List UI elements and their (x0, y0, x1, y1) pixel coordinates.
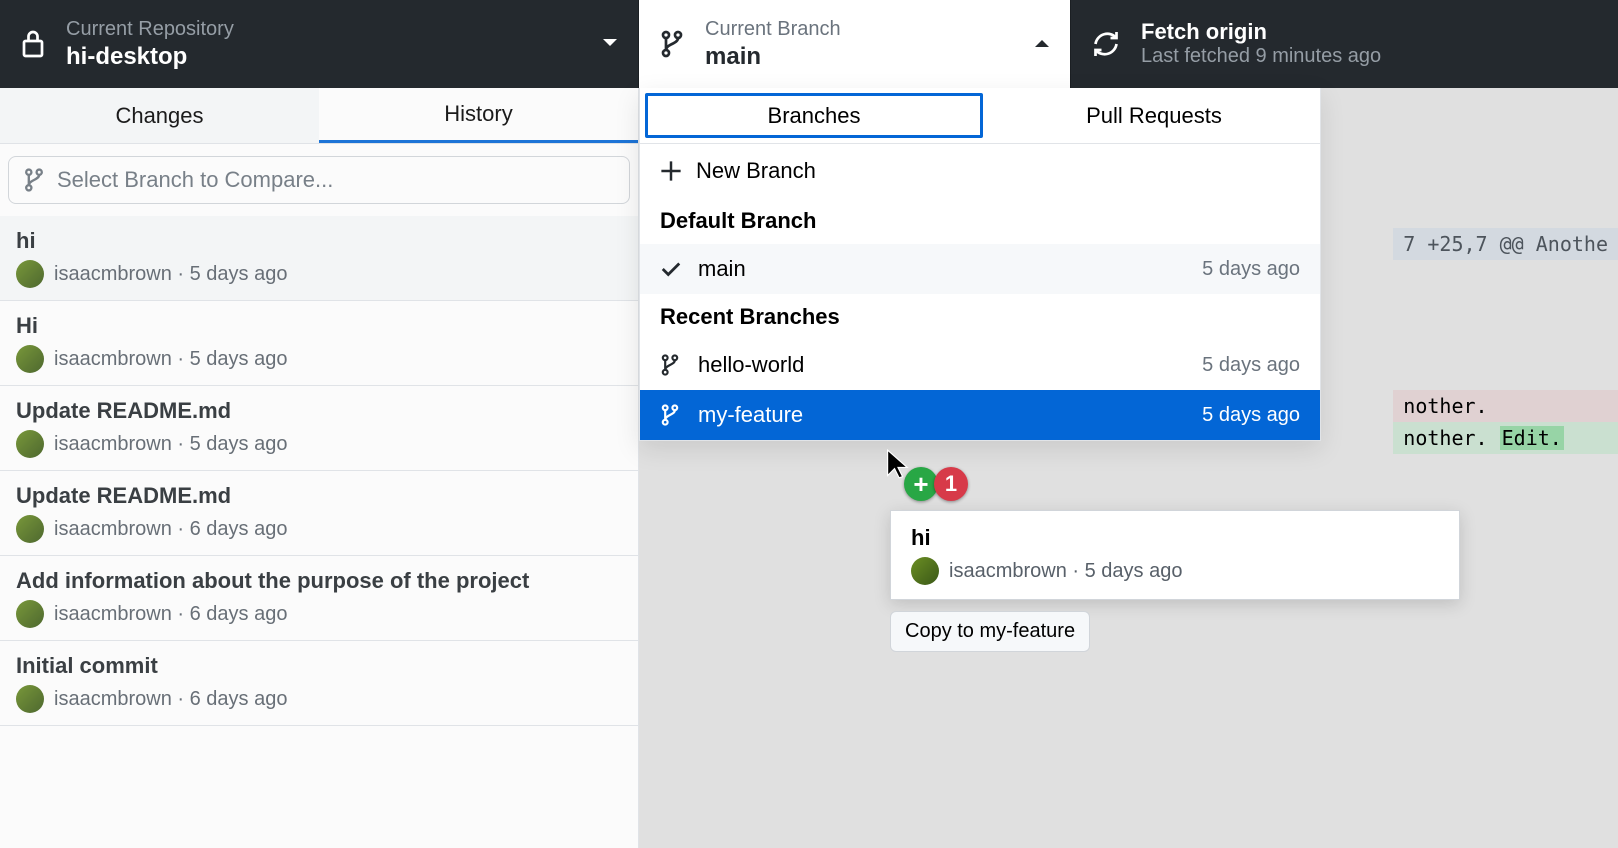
chevron-up-icon (1034, 35, 1050, 53)
fetch-origin-button[interactable]: Fetch origin Last fetched 9 minutes ago (1071, 0, 1618, 88)
default-branch-header: Default Branch (640, 198, 1320, 244)
fetch-status: Last fetched 9 minutes ago (1141, 45, 1598, 68)
branch-icon (660, 353, 684, 377)
drag-cursor: + 1 (886, 449, 968, 501)
commit-item[interactable]: Initial commit isaacmbrown · 6 days ago (0, 641, 638, 726)
tab-changes[interactable]: Changes (0, 88, 319, 143)
compare-branch-select[interactable]: Select Branch to Compare... (8, 156, 630, 204)
branch-name: main (705, 43, 1034, 71)
current-repository-selector[interactable]: Current Repository hi-desktop (0, 0, 639, 88)
commit-item[interactable]: Add information about the purpose of the… (0, 556, 638, 641)
tab-pull-requests[interactable]: Pull Requests (988, 88, 1320, 143)
avatar (16, 600, 44, 628)
avatar (16, 430, 44, 458)
tab-history[interactable]: History (319, 88, 638, 143)
app-header: Current Repository hi-desktop Current Br… (0, 0, 1618, 88)
count-badge: 1 (934, 467, 968, 501)
fetch-title: Fetch origin (1141, 19, 1598, 45)
tab-branches[interactable]: Branches (645, 93, 983, 138)
commit-list: hi isaacmbrown · 5 days ago Hi isaacmbro… (0, 216, 638, 726)
sync-icon (1091, 29, 1121, 59)
recent-branches-header: Recent Branches (640, 294, 1320, 340)
avatar (16, 515, 44, 543)
drag-commit-title: hi (911, 525, 1439, 551)
sidebar-tabs: Changes History (0, 88, 638, 144)
branch-icon (659, 29, 685, 59)
new-branch-button[interactable]: New Branch (640, 144, 1320, 198)
avatar (16, 260, 44, 288)
copy-tooltip: Copy to my-feature (890, 611, 1090, 652)
history-sidebar: Changes History Select Branch to Compare… (0, 88, 639, 848)
commit-item[interactable]: Update README.md isaacmbrown · 5 days ag… (0, 386, 638, 471)
dragged-commit-card: hi isaacmbrown · 5 days ago (890, 510, 1460, 600)
avatar (911, 557, 939, 585)
commit-item[interactable]: Hi isaacmbrown · 5 days ago (0, 301, 638, 386)
branch-label: Current Branch (705, 18, 1034, 41)
branch-icon (660, 403, 684, 427)
dropdown-tabs: Branches Pull Requests (640, 88, 1320, 144)
avatar (16, 685, 44, 713)
current-branch-selector[interactable]: Current Branch main (639, 0, 1071, 88)
branch-item-main[interactable]: main 5 days ago (640, 244, 1320, 294)
repo-name: hi-desktop (66, 43, 602, 71)
compare-placeholder: Select Branch to Compare... (57, 167, 333, 193)
branch-dropdown-panel: Branches Pull Requests New Branch Defaul… (639, 88, 1321, 441)
repo-label: Current Repository (66, 18, 602, 41)
branch-item-my-feature[interactable]: my-feature 5 days ago (640, 390, 1320, 440)
commit-item[interactable]: hi isaacmbrown · 5 days ago (0, 216, 638, 301)
lock-icon (20, 29, 46, 59)
avatar (16, 345, 44, 373)
plus-badge-icon: + (904, 467, 938, 501)
commit-item[interactable]: Update README.md isaacmbrown · 6 days ag… (0, 471, 638, 556)
check-icon (660, 258, 684, 280)
chevron-down-icon (602, 35, 618, 53)
branch-item-hello-world[interactable]: hello-world 5 days ago (640, 340, 1320, 390)
